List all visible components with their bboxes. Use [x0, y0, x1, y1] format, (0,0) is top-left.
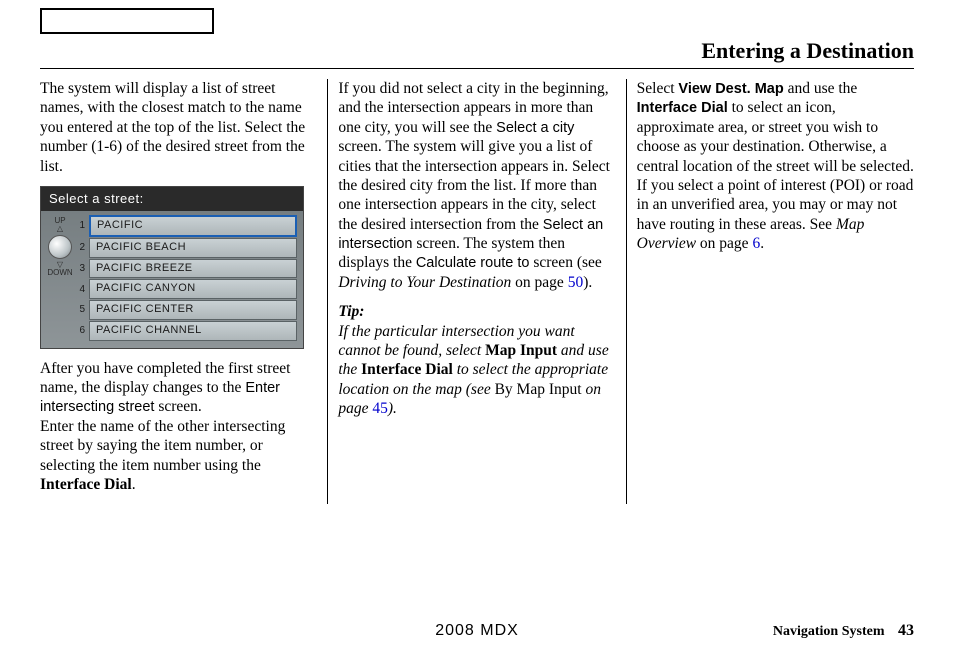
- col2-tip: Tip: If the particular intersection you …: [338, 302, 615, 418]
- nav-row-5: 5 PACIFIC CENTER: [73, 300, 297, 321]
- page-footer: 2008 MDX Navigation System 43: [0, 622, 954, 640]
- col2-para1: If you did not select a city in the begi…: [338, 79, 615, 292]
- column-2: If you did not select a city in the begi…: [327, 79, 625, 504]
- nav-row-4: 4 PACIFIC CANYON: [73, 279, 297, 300]
- page-link-50[interactable]: 50: [568, 274, 584, 291]
- page-title: Entering a Destination: [40, 38, 914, 64]
- nav-row-6: 6 PACIFIC CHANNEL: [73, 321, 297, 342]
- nav-row-1: 1 PACIFIC: [73, 215, 297, 238]
- header-rule: [40, 68, 914, 69]
- page-link-45[interactable]: 45: [372, 400, 388, 417]
- nav-row-3: 3 PACIFIC BREEZE: [73, 259, 297, 280]
- column-3: Select View Dest. Map and use the Interf…: [626, 79, 914, 504]
- nav-dial-icon: [48, 235, 72, 259]
- column-1: The system will display a list of street…: [40, 79, 327, 504]
- nav-down-label: ▽DOWN: [47, 261, 72, 277]
- col1-para1: The system will display a list of street…: [40, 79, 317, 176]
- nav-screen-image: Select a street: UP△ ▽DOWN 1 PACIFIC 2: [40, 186, 304, 349]
- footer-model: 2008 MDX: [0, 622, 954, 640]
- nav-up-label: UP△: [54, 217, 65, 233]
- col3-para1: Select View Dest. Map and use the Interf…: [637, 79, 914, 253]
- nav-screen-title: Select a street:: [41, 187, 303, 211]
- content-columns: The system will display a list of street…: [40, 79, 914, 504]
- header-blank-box: [40, 8, 214, 34]
- col1-para2: After you have completed the first stree…: [40, 359, 317, 495]
- nav-row-2: 2 PACIFIC BEACH: [73, 238, 297, 259]
